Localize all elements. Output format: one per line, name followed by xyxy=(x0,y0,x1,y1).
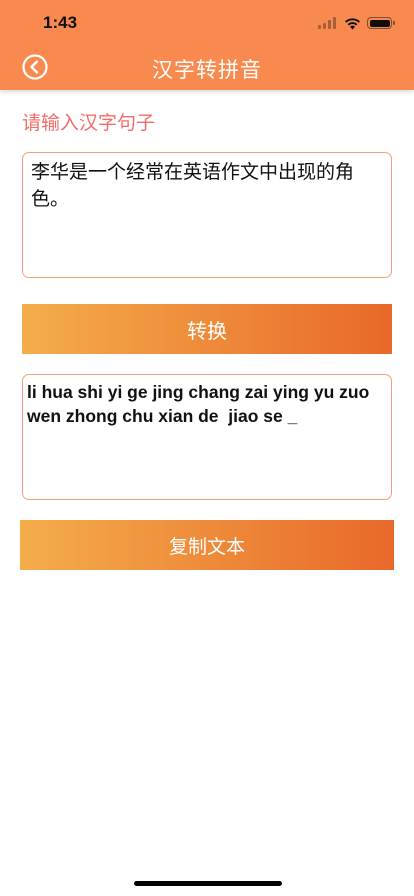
copy-text-button[interactable]: 复制文本 xyxy=(20,520,394,570)
wifi-icon xyxy=(345,17,360,29)
status-icons xyxy=(318,14,395,32)
navigation-bar: 汉字转拼音 xyxy=(0,44,414,90)
convert-button[interactable]: 转换 xyxy=(22,304,392,354)
status-bar: 1:43 xyxy=(0,0,414,44)
chinese-text-input[interactable]: 李华是一个经常在英语作文中出现的角色。 xyxy=(22,152,392,278)
pinyin-output-field[interactable]: li hua shi yi ge jing chang zai ying yu … xyxy=(22,374,392,500)
battery-icon xyxy=(367,17,395,29)
input-prompt-label: 请输入汉字句子 xyxy=(22,112,156,134)
cellular-signal-icon xyxy=(318,17,338,29)
status-time: 1:43 xyxy=(43,13,78,32)
app-header: 1:43 汉字转拼音 xyxy=(0,0,414,90)
page-title: 汉字转拼音 xyxy=(152,58,262,82)
home-indicator[interactable] xyxy=(134,881,282,886)
